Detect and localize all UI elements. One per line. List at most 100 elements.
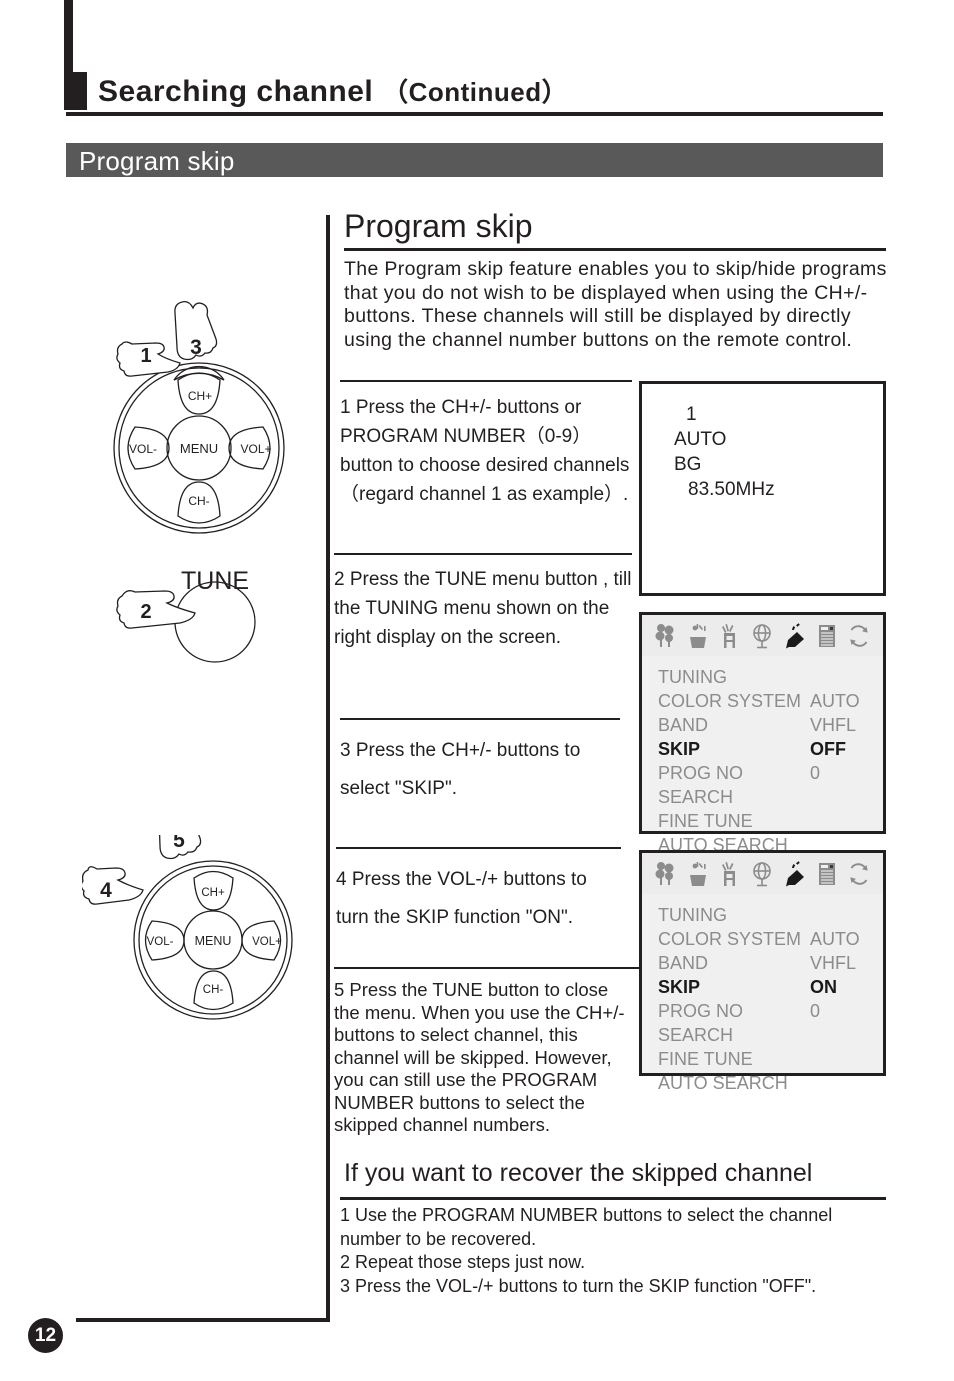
menu-row-skip[interactable]: SKIP OFF (658, 737, 873, 761)
step-3-text: 3 Press the CH+/- buttons to select "SKI… (340, 740, 581, 799)
step-4-text: 4 Press the VOL-/+ buttons to turn the S… (336, 869, 587, 928)
menu-label-fine-tune: FINE TUNE (658, 811, 753, 831)
navpad-label-ch-up: CH+ (188, 389, 212, 403)
menu-row-fine-tune[interactable]: FINE TUNE (658, 809, 873, 833)
menu-value-color-system-2: AUTO (810, 929, 860, 949)
navpad-label-vol-plus: VOL+ (240, 442, 271, 456)
intro-paragraph: The Program skip feature enables you to … (344, 258, 887, 351)
callout-hand-4 (82, 866, 144, 905)
menu-label-color-system-2: COLOR SYSTEM (658, 929, 802, 949)
sound-icon (690, 861, 707, 886)
page-number-badge: 12 (28, 1318, 63, 1353)
navpad-label-ch-up-2: CH+ (201, 887, 225, 899)
menu-value-band-2: VHFL (810, 953, 857, 973)
step-2-rule (334, 553, 632, 555)
column-divider-vertical (326, 215, 330, 1322)
osd-channel-display: 1 AUTO BG 83.50MHz (639, 381, 886, 596)
menu-row-color-system-2[interactable]: COLOR SYSTEM AUTO (658, 927, 873, 951)
recover-section-rule (340, 1197, 886, 1200)
callout-number-2: 2 (140, 601, 151, 623)
callout-number-1: 1 (140, 345, 151, 367)
callout-number-5: 5 (173, 835, 185, 852)
menu-row-fine-tune-2[interactable]: FINE TUNE (658, 1047, 873, 1071)
menu-row-skip-2[interactable]: SKIP ON (658, 975, 873, 999)
step-5-rule (334, 967, 639, 969)
menu-row-prog-no[interactable]: PROG NO 0 (658, 761, 873, 785)
remote-navpad-diagram-bottom: CH+ CH- VOL- VOL+ MENU 5 4 (82, 835, 293, 1020)
menu-label-auto-search-2: AUTO SEARCH (658, 1073, 788, 1093)
osd-color-system: AUTO (674, 429, 727, 450)
feature-icon (722, 861, 736, 886)
osd-frequency: 83.50MHz (688, 479, 775, 500)
menu-title-off: TUNING (658, 667, 727, 687)
tuning-menu-skip-on: TUNING COLOR SYSTEM AUTO BAND VHFL SKIP … (639, 850, 886, 1093)
recover-line-3: 3 Press the VOL-/+ buttons to turn the S… (340, 1275, 817, 1296)
menu-row-title: TUNING (658, 665, 873, 689)
menu-label-prog-no: PROG NO (658, 763, 744, 783)
menu-label-color-system: COLOR SYSTEM (658, 691, 802, 711)
menu-icon-row (642, 615, 883, 656)
menu-icon-row-2 (642, 853, 883, 894)
feature-icon (722, 623, 736, 648)
step-5-block: 5 Press the TUNE button to close the men… (334, 967, 639, 1137)
running-title-text: Searching channel (98, 75, 374, 108)
step-4-rule (336, 847, 621, 849)
osd-channel-number: 1 (686, 404, 697, 425)
menu-row-prog-no-2[interactable]: PROG NO 0 (658, 999, 873, 1023)
sound-icon (690, 623, 707, 648)
menu-row-band-2[interactable]: BAND VHFL (658, 951, 873, 975)
section-band-label: Program skip (79, 146, 235, 176)
step-1-text: 1 Press the CH+/- buttons or PROGRAM NUM… (340, 397, 630, 505)
menu-title-on: TUNING (658, 905, 727, 925)
menu-value-prog-no: 0 (810, 763, 821, 783)
osd-band: BG (674, 454, 702, 475)
menu-label-search: SEARCH (658, 787, 734, 807)
navpad-label-ch-down-2: CH- (203, 984, 224, 996)
menu-row-band[interactable]: BAND VHFL (658, 713, 873, 737)
menu-row-search-2[interactable]: SEARCH (658, 1023, 873, 1047)
page-title: Searching channel （Continued） (98, 72, 568, 109)
menu-value-prog-no-2: 0 (810, 1001, 821, 1021)
manual-page: Searching channel （Continued） Program sk… (0, 0, 954, 1381)
menu-row-search[interactable]: SEARCH (658, 785, 873, 809)
running-title-suffix: （Continued） (382, 77, 569, 107)
remote-tune-button-diagram: 2 (116, 581, 256, 663)
step-3-block: 3 Press the CH+/- buttons to select "SKI… (340, 718, 620, 808)
main-heading-rule (344, 248, 886, 251)
recover-section-body: 1 Use the PROGRAM NUMBER buttons to sele… (340, 1204, 890, 1298)
menu-label-search-2: SEARCH (658, 1025, 734, 1045)
globe-icon (753, 623, 772, 648)
recover-section-heading: If you want to recover the skipped chann… (344, 1159, 813, 1187)
refresh-icon (850, 862, 868, 885)
menu-label-fine-tune-2: FINE TUNE (658, 1049, 753, 1069)
callout-hand-2 (116, 590, 196, 629)
timer-list-icon (818, 862, 835, 885)
main-heading: Program skip (344, 208, 533, 244)
step-2-text: 2 Press the TUNE menu button , till the … (334, 569, 632, 648)
step-4-block: 4 Press the VOL-/+ buttons to turn the S… (336, 847, 621, 937)
menu-value-skip: OFF (810, 739, 846, 759)
tuning-menu-list-on: TUNING COLOR SYSTEM AUTO BAND VHFL SKIP … (658, 903, 873, 1095)
callout-number-4: 4 (100, 879, 112, 902)
menu-label-prog-no-2: PROG NO (658, 1001, 744, 1021)
menu-row-color-system[interactable]: COLOR SYSTEM AUTO (658, 689, 873, 713)
picture-icon (655, 623, 674, 647)
menu-label-band: BAND (658, 715, 709, 735)
callout-number-3: 3 (190, 336, 202, 359)
navpad-label-menu-2: MENU (195, 934, 232, 948)
menu-row-auto-search-2[interactable]: AUTO SEARCH (658, 1071, 873, 1095)
navpad-label-vol-minus-2: VOL- (147, 936, 174, 948)
tuning-menu-skip-off: TUNING COLOR SYSTEM AUTO BAND VHFL SKIP … (639, 612, 886, 855)
section-band: Program skip (66, 143, 883, 177)
navpad-label-vol-plus-2: VOL+ (252, 936, 282, 948)
step-1-rule (340, 380, 632, 382)
recover-line-1: 1 Use the PROGRAM NUMBER buttons to sele… (340, 1205, 833, 1249)
recover-line-2: 2 Repeat those steps just now. (340, 1252, 586, 1272)
step-5-text: 5 Press the TUNE button to close the men… (334, 979, 625, 1135)
satellite-dish-icon (785, 622, 804, 648)
globe-icon (753, 861, 772, 886)
refresh-icon (850, 624, 868, 647)
timer-list-icon (818, 624, 835, 647)
menu-value-skip-2: ON (810, 977, 837, 997)
navpad-label-vol-minus: VOL- (129, 442, 157, 456)
